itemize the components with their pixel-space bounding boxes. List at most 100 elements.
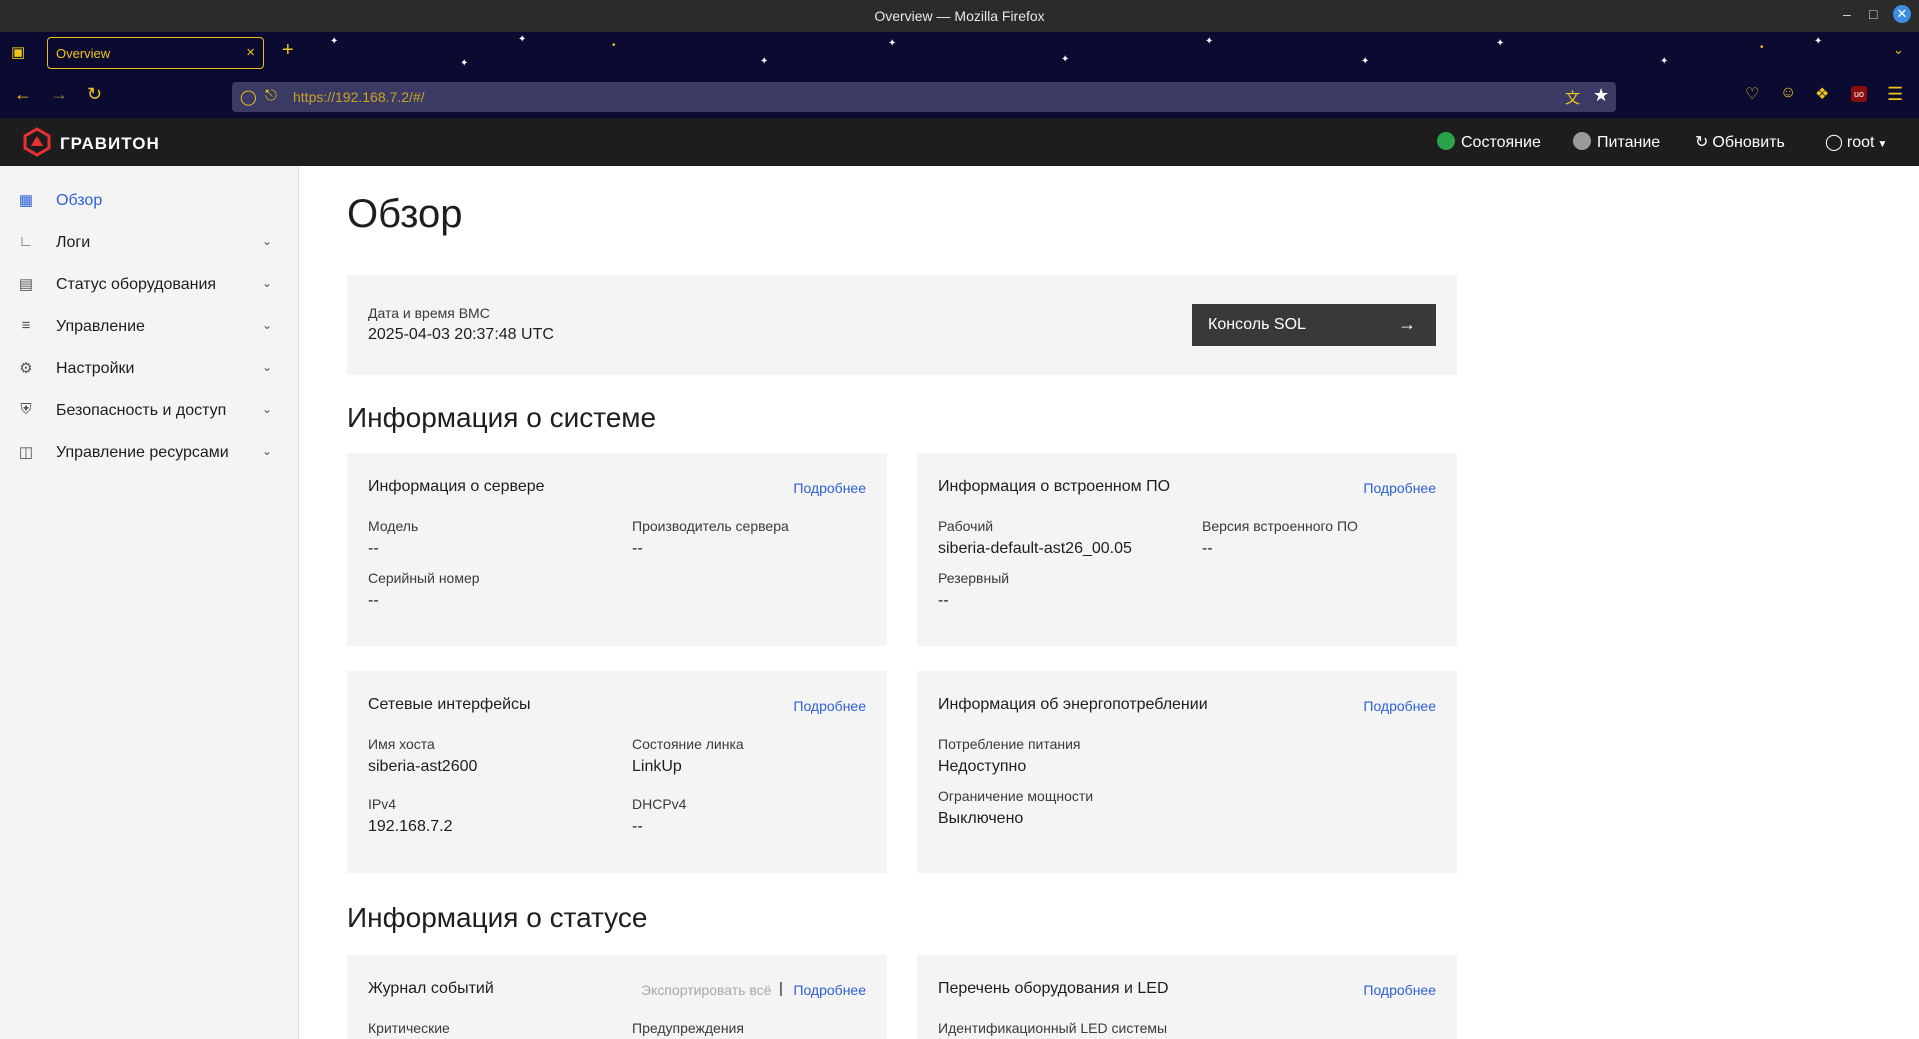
power-consumption-value: Недоступно — [938, 758, 1027, 775]
app-header: ГРАВИТОН Состояние Питание ↻ Обновить ◯ ro… — [0, 118, 1919, 166]
new-tab-icon[interactable]: + — [282, 39, 294, 62]
sidebar-item-security[interactable]: ⛨ Безопасность и доступ ⌄ — [0, 393, 299, 429]
main-content: Обзор Дата и время BMC 2025-04-03 20:37:… — [299, 166, 1919, 1039]
network-details-link[interactable]: Подробнее — [793, 698, 866, 714]
lock-warning-icon[interactable]: ⎋ — [265, 87, 277, 104]
model-value: -- — [368, 540, 379, 557]
resources-icon: ◫ — [18, 444, 34, 461]
firmware-details-link[interactable]: Подробнее — [1363, 480, 1436, 496]
menu-icon[interactable]: ☰ — [1887, 84, 1903, 105]
account-icon[interactable]: ☺ — [1780, 84, 1796, 102]
tab-overview[interactable]: Overview × — [47, 37, 264, 69]
brand-name: ГРАВИТОН — [60, 134, 160, 153]
model-label: Модель — [368, 518, 419, 534]
translate-icon[interactable]: 文 — [1565, 87, 1580, 108]
chevron-down-icon: ⌄ — [262, 318, 273, 332]
graviton-logo-icon — [23, 127, 51, 157]
inventory-details-link[interactable]: Подробнее — [1363, 982, 1436, 998]
critical-label: Критические — [368, 1020, 450, 1036]
check-icon — [1437, 132, 1455, 150]
chevron-down-icon[interactable]: ⌄ — [1893, 42, 1904, 58]
card-title: Перечень оборудования и LED — [938, 980, 1169, 997]
sidebar-item-hardware-status[interactable]: ▤ Статус оборудования ⌄ — [0, 267, 299, 303]
tab-label: Overview — [56, 46, 111, 61]
chevron-down-icon: ⌄ — [262, 234, 273, 248]
window-titlebar: Overview — Mozilla Firefox – □ ✕ — [0, 0, 1919, 32]
server-icon: ▤ — [18, 276, 34, 293]
serial-label: Серийный номер — [368, 570, 480, 586]
extensions-icon[interactable]: ❖ — [1815, 84, 1829, 104]
user-menu-button[interactable]: ◯ root ▼ — [1825, 132, 1887, 152]
export-all-link[interactable]: Экспортировать всё — [641, 982, 771, 998]
chevron-down-icon: ⌄ — [262, 444, 273, 458]
refresh-label: Обновить — [1712, 134, 1785, 151]
firmware-version-value: -- — [1202, 540, 1213, 557]
gear-icon: ⚙ — [19, 360, 33, 377]
system-led-label: Идентификационный LED системы — [938, 1020, 1168, 1036]
shield-icon[interactable]: ◯ — [240, 88, 257, 106]
bmc-datetime-value: 2025-04-03 20:37:48 UTC — [368, 326, 554, 343]
sidebar-item-control[interactable]: ≡ Управление ⌄ — [0, 309, 299, 345]
window-title: Overview — Mozilla Firefox — [874, 8, 1045, 24]
sidebar-item-settings[interactable]: ⚙ Настройки ⌄ — [0, 351, 299, 387]
ipv4-label: IPv4 — [368, 796, 397, 812]
bmc-datetime-label: Дата и время BMC — [368, 305, 490, 321]
maximize-icon[interactable]: □ — [1869, 6, 1877, 22]
backup-value: -- — [938, 592, 949, 609]
link-state-label: Состояние линка — [632, 736, 744, 752]
brand-logo[interactable]: ГРАВИТОН — [22, 127, 159, 162]
chevron-down-icon: ⌄ — [262, 276, 273, 290]
running-label: Рабочий — [938, 518, 994, 534]
tab-list-icon[interactable]: ▣ — [11, 43, 25, 61]
power-cap-value: Выключено — [938, 810, 1024, 827]
firmware-version-label: Версия встроенного ПО — [1202, 518, 1358, 534]
ipv4-value: 192.168.7.2 — [368, 818, 453, 835]
refresh-button[interactable]: ↻ Обновить — [1695, 132, 1785, 152]
status-info-heading: Информация о статусе — [347, 902, 648, 933]
sidebar-item-label: Управление — [56, 318, 145, 335]
ublock-icon[interactable]: uo — [1851, 86, 1867, 102]
sol-console-button[interactable]: Консоль SOL → — [1192, 304, 1436, 346]
firmware-info-card: Информация о встроенном ПО Подробнее Раб… — [917, 453, 1457, 646]
chart-icon: ∟ — [18, 233, 34, 250]
power-cap-label: Ограничение мощности — [938, 788, 1094, 804]
bmc-datetime-card: Дата и время BMC 2025-04-03 20:37:48 UTC… — [347, 275, 1457, 375]
backup-label: Резервный — [938, 570, 1010, 586]
minimize-icon[interactable]: – — [1843, 6, 1851, 22]
close-window-icon[interactable]: ✕ — [1893, 5, 1911, 23]
server-info-details-link[interactable]: Подробнее — [793, 480, 866, 496]
system-info-heading: Информация о системе — [347, 402, 657, 433]
power-details-link[interactable]: Подробнее — [1363, 698, 1436, 714]
status-label: Состояние — [1461, 134, 1541, 151]
back-icon[interactable]: ← — [14, 84, 32, 105]
card-title: Журнал событий — [368, 980, 494, 997]
inventory-led-card: Перечень оборудования и LED Подробнее Ид… — [917, 955, 1457, 1039]
sidebar-item-label: Обзор — [56, 192, 103, 209]
bookmark-star-icon[interactable]: ★ — [1593, 85, 1609, 106]
sidebar-item-resources[interactable]: ◫ Управление ресурсами ⌄ — [0, 435, 299, 471]
vendor-value: -- — [632, 540, 643, 557]
sol-console-label: Консоль SOL — [1208, 316, 1306, 333]
link-state-value: LinkUp — [632, 758, 682, 775]
shield-icon: ⛨ — [20, 401, 32, 418]
sidebar-item-label: Статус оборудования — [56, 276, 217, 293]
power-button[interactable]: Питание — [1573, 132, 1660, 152]
reload-icon[interactable]: ↻ — [87, 84, 102, 105]
url-bar[interactable]: ◯ ⎋ https://192.168.7.2/#/ 文 ★ — [232, 82, 1616, 112]
close-tab-icon[interactable]: × — [246, 44, 255, 61]
url-text[interactable]: https://192.168.7.2/#/ — [293, 89, 425, 105]
running-value: siberia-default-ast26_00.05 — [938, 540, 1132, 557]
divider: | — [779, 980, 783, 997]
status-button[interactable]: Состояние — [1437, 132, 1541, 152]
hostname-label: Имя хоста — [368, 736, 435, 752]
pocket-icon[interactable]: ♡ — [1745, 84, 1759, 104]
sidebar-item-overview[interactable]: ▦ Обзор — [0, 183, 299, 219]
sidebar-item-logs[interactable]: ∟ Логи ⌄ — [0, 225, 299, 261]
hostname-value: siberia-ast2600 — [368, 758, 478, 775]
user-circle-icon: ◯ — [1825, 134, 1843, 151]
caret-down-icon: ▼ — [1877, 139, 1888, 150]
forward-icon[interactable]: → — [50, 84, 68, 105]
server-info-card: Информация о сервере Подробнее Модель --… — [347, 453, 887, 646]
chevron-down-icon: ⌄ — [262, 402, 273, 416]
events-details-link[interactable]: Подробнее — [793, 982, 866, 998]
